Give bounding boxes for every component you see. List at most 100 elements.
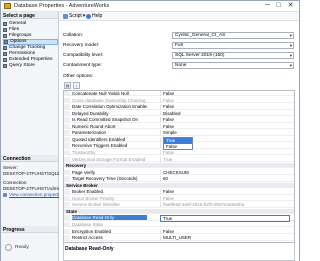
property-category-row[interactable]: Recovery — [64, 163, 294, 169]
property-row[interactable]: Concatenate Null Yields Null False — [64, 91, 294, 97]
compatibility-level-select[interactable]: SQL Server 2019 (150) ▾ — [172, 52, 294, 59]
property-row[interactable]: Is Read Committed Snapshot On False — [64, 117, 294, 123]
row-gutter — [64, 195, 70, 201]
row-gutter — [64, 97, 70, 102]
property-name: Is Read Committed Snapshot On — [72, 117, 139, 123]
chevron-down-icon: ▾ — [289, 63, 292, 68]
property-name: Encryption Enabled — [72, 228, 112, 234]
property-value: f6a9fe9d-3a5f-4516-b2f0-d0d7e3a5e6ba — [160, 202, 290, 208]
property-row[interactable]: Cross-database Ownership Chaining Enable… — [64, 97, 294, 103]
page-icon — [3, 34, 7, 38]
row-gutter — [64, 215, 70, 220]
script-icon — [63, 14, 68, 19]
property-row[interactable]: Encryption Enabled False — [64, 228, 294, 234]
property-name: Recovery — [66, 163, 87, 169]
containment-type-value: None — [175, 63, 187, 68]
help-button[interactable]: Help — [86, 13, 102, 20]
property-row[interactable]: Database State — [64, 222, 294, 228]
property-value: False — [160, 104, 290, 110]
left-pane: Select a page General Files Filegroups O… — [1, 12, 76, 261]
page-label: Query Store — [9, 63, 35, 68]
progress-spinner-icon — [5, 244, 12, 251]
page-icon — [3, 58, 7, 62]
server-label: Server: — [3, 165, 18, 170]
alphabetical-sort-icon[interactable]: ↓ — [73, 82, 80, 89]
property-value: True — [160, 156, 290, 162]
connection-label: Connection: — [3, 180, 28, 185]
page-icon — [3, 28, 7, 32]
property-name: Date Correlation Optimization Enabled — [72, 104, 147, 110]
property-name: Honor Broker Priority — [72, 195, 115, 201]
script-label: Script — [69, 13, 82, 19]
property-name: Concatenate Null Yields Null — [72, 91, 129, 96]
chevron-down-icon: ▾ — [289, 53, 292, 58]
title-bar: Database Properties - AdventureWorks ─ □… — [1, 1, 299, 12]
progress-header: Progress — [1, 226, 58, 233]
script-button[interactable]: Script ▾ — [63, 13, 85, 20]
property-row[interactable]: Trustworthy False — [64, 149, 294, 156]
property-value: CHECKSUM — [160, 169, 290, 175]
collation-select[interactable]: Cyrillic_General_CI_AS ▾ — [172, 32, 294, 39]
help-icon — [86, 14, 91, 19]
row-gutter — [64, 123, 70, 129]
containment-type-select[interactable]: None ▾ — [172, 62, 294, 69]
property-row[interactable]: Delayed Durability Disabled — [64, 110, 294, 117]
property-category-row[interactable]: Service Broker — [64, 182, 294, 189]
maximize-button[interactable]: □ — [274, 2, 283, 10]
grid-toolbar: ▤ ↓ — [64, 82, 84, 89]
read-only-value-dropdown[interactable]: True False — [163, 137, 193, 150]
row-gutter — [64, 110, 70, 116]
chevron-down-icon: ▾ — [289, 33, 292, 38]
property-category-row[interactable]: State — [64, 208, 294, 215]
row-gutter — [64, 104, 70, 109]
row-gutter — [64, 189, 70, 194]
property-name: Recursive Triggers Enabled — [72, 143, 128, 149]
property-row[interactable]: Parameterization Simple — [64, 130, 294, 136]
property-row[interactable]: Target Recovery Time (Seconds) 60 — [64, 176, 294, 182]
property-value: False — [160, 123, 290, 129]
row-gutter — [64, 143, 70, 148]
connection-value: DESKTOP-27FUHST\Admin — [3, 186, 62, 191]
property-name: Parameterization — [72, 130, 107, 136]
toolbar: Script ▾ Help — [59, 12, 299, 21]
other-options-property-grid[interactable]: Concatenate Null Yields Null False Cross-d… — [63, 90, 295, 243]
database-icon — [4, 3, 11, 9]
property-name: Target Recovery Time (Seconds) — [72, 176, 138, 182]
minimize-button[interactable]: ─ — [263, 2, 272, 10]
property-name: Cross-database Ownership Chaining Enable… — [72, 97, 147, 103]
property-value: False — [160, 117, 290, 123]
property-row[interactable]: Numeric Round-Abort False — [64, 123, 294, 130]
property-row[interactable]: Restrict Access MULTI_USER — [64, 235, 294, 241]
window-title: Database Properties - AdventureWorks — [14, 3, 110, 9]
view-connection-properties-link[interactable]: View connection properties — [9, 192, 64, 197]
recovery-model-select[interactable]: Full ▾ — [172, 42, 294, 49]
property-row[interactable]: VarDecimal Storage Format Enabled True — [64, 156, 294, 162]
property-value: Disabled — [160, 110, 290, 116]
property-row[interactable]: Page Verify CHECKSUM — [64, 169, 294, 176]
property-name: Numeric Round-Abort — [72, 123, 116, 129]
page-icon — [4, 40, 8, 44]
page-icon — [3, 46, 7, 50]
page-query-store[interactable]: Query Store — [3, 63, 58, 69]
dropdown-option-false[interactable]: False — [164, 144, 192, 150]
property-value: False — [160, 228, 290, 234]
property-value: False — [160, 195, 290, 201]
property-name: Database Read-Only — [72, 215, 147, 221]
property-row[interactable]: Date Correlation Optimization Enabled Fal… — [64, 104, 294, 110]
property-name: State — [66, 208, 78, 214]
row-gutter — [64, 130, 70, 135]
property-row[interactable]: Broker Enabled False — [64, 189, 294, 195]
chevron-down-icon[interactable]: ▾ — [83, 13, 86, 20]
property-row[interactable]: Honor Broker Priority False — [64, 195, 294, 202]
property-row[interactable]: Service Broker Identifier f6a9fe9d-3a5f-4… — [64, 202, 294, 208]
property-value: False — [160, 91, 290, 96]
compatibility-level-value: SQL Server 2019 (150) — [175, 53, 225, 58]
other-options-label: Other options: — [63, 74, 94, 79]
property-value: False — [160, 149, 290, 155]
property-name: Page Verify — [72, 169, 96, 175]
property-name: Trustworthy — [72, 149, 96, 155]
property-name: Database State — [72, 222, 104, 227]
categorized-sort-icon[interactable]: ▤ — [64, 82, 71, 89]
property-row[interactable]: Database Read-Only True — [64, 215, 294, 223]
close-button[interactable]: ✕ — [286, 2, 295, 10]
